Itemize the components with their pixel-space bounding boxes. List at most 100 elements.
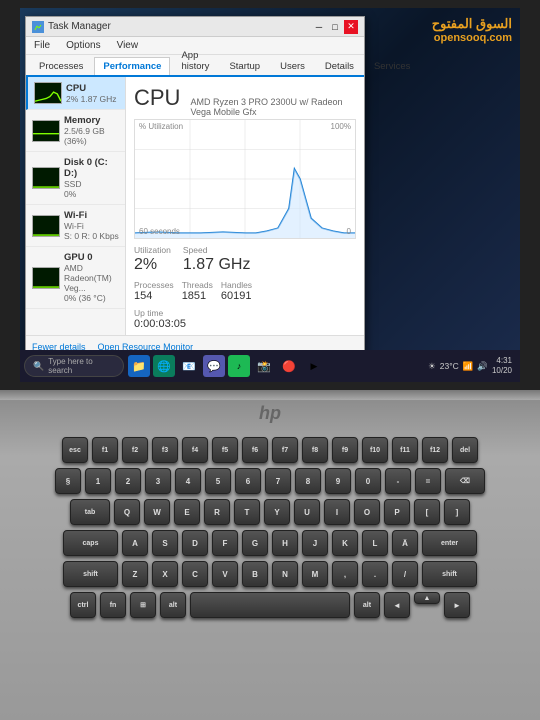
- key-f2[interactable]: f2: [122, 437, 148, 463]
- taskbar-app-mail[interactable]: 📧: [178, 355, 200, 377]
- key-arrow-up[interactable]: ▲: [414, 592, 440, 604]
- key-capslock[interactable]: caps: [63, 530, 118, 556]
- key-b[interactable]: B: [242, 561, 268, 587]
- sidebar-item-gpu[interactable]: GPU 0 AMD Radeon(TM) Veg... 0% (36 °C): [26, 247, 125, 309]
- key-backspace[interactable]: ⌫: [445, 468, 485, 494]
- key-f7[interactable]: f7: [272, 437, 298, 463]
- tab-details[interactable]: Details: [316, 57, 363, 75]
- tab-startup[interactable]: Startup: [220, 57, 269, 75]
- key-ctrl-left[interactable]: ctrl: [70, 592, 96, 618]
- key-t[interactable]: T: [234, 499, 260, 525]
- key-1[interactable]: 1: [85, 468, 111, 494]
- sidebar-item-memory[interactable]: Memory 2.5/6.9 GB (36%): [26, 110, 125, 152]
- key-9[interactable]: 9: [325, 468, 351, 494]
- key-m[interactable]: M: [302, 561, 328, 587]
- key-r[interactable]: R: [204, 499, 230, 525]
- menu-file[interactable]: File: [30, 38, 54, 53]
- key-esc[interactable]: esc: [62, 437, 88, 463]
- key-arrow-right[interactable]: ►: [444, 592, 470, 618]
- key-w[interactable]: W: [144, 499, 170, 525]
- close-button[interactable]: ✕: [344, 20, 358, 34]
- key-shift-left[interactable]: shift: [63, 561, 118, 587]
- key-7[interactable]: 7: [265, 468, 291, 494]
- key-s[interactable]: S: [152, 530, 178, 556]
- key-arrow-left[interactable]: ◄: [384, 592, 410, 618]
- key-0[interactable]: 0: [355, 468, 381, 494]
- key-comma[interactable]: ,: [332, 561, 358, 587]
- key-alt-left[interactable]: alt: [160, 592, 186, 618]
- taskbar-app-teams[interactable]: 💬: [203, 355, 225, 377]
- tab-services[interactable]: Services: [365, 57, 419, 75]
- key-x[interactable]: X: [152, 561, 178, 587]
- key-z[interactable]: Z: [122, 561, 148, 587]
- key-enter[interactable]: enter: [422, 530, 477, 556]
- sidebar-item-cpu[interactable]: CPU 2% 1.87 GHz: [26, 77, 125, 110]
- key-f[interactable]: F: [212, 530, 238, 556]
- tab-performance[interactable]: Performance: [94, 57, 170, 75]
- tab-users[interactable]: Users: [271, 57, 314, 75]
- key-a[interactable]: A: [122, 530, 148, 556]
- key-minus[interactable]: -: [385, 468, 411, 494]
- key-shift-right[interactable]: shift: [422, 561, 477, 587]
- key-bracket-open[interactable]: [: [414, 499, 440, 525]
- menu-view[interactable]: View: [113, 38, 143, 53]
- key-y[interactable]: Y: [264, 499, 290, 525]
- key-2[interactable]: 2: [115, 468, 141, 494]
- key-f10[interactable]: f10: [362, 437, 388, 463]
- key-f12[interactable]: f12: [422, 437, 448, 463]
- key-h[interactable]: H: [272, 530, 298, 556]
- key-alt-right[interactable]: alt: [354, 592, 380, 618]
- taskbar-app-photos[interactable]: 📸: [253, 355, 275, 377]
- key-f5[interactable]: f5: [212, 437, 238, 463]
- taskbar-app-youtube[interactable]: ▶: [303, 355, 325, 377]
- key-a-umlaut[interactable]: Ä: [392, 530, 418, 556]
- key-win[interactable]: ⊞: [130, 592, 156, 618]
- key-g[interactable]: G: [242, 530, 268, 556]
- key-equals[interactable]: =: [415, 468, 441, 494]
- key-p[interactable]: P: [384, 499, 410, 525]
- key-3[interactable]: 3: [145, 468, 171, 494]
- tab-processes[interactable]: Processes: [30, 57, 92, 75]
- key-e[interactable]: E: [174, 499, 200, 525]
- key-f6[interactable]: f6: [242, 437, 268, 463]
- key-f8[interactable]: f8: [302, 437, 328, 463]
- key-del[interactable]: del: [452, 437, 478, 463]
- key-i[interactable]: I: [324, 499, 350, 525]
- key-d[interactable]: D: [182, 530, 208, 556]
- key-6[interactable]: 6: [235, 468, 261, 494]
- menu-options[interactable]: Options: [62, 38, 104, 53]
- taskbar-app-edge[interactable]: 🌐: [153, 355, 175, 377]
- minimize-button[interactable]: ─: [312, 20, 326, 34]
- key-4[interactable]: 4: [175, 468, 201, 494]
- key-slash[interactable]: /: [392, 561, 418, 587]
- taskbar-app-explorer[interactable]: 📁: [128, 355, 150, 377]
- taskbar-app-chrome[interactable]: 🔴: [278, 355, 300, 377]
- sidebar-item-wifi[interactable]: Wi-Fi Wi-Fi S: 0 R: 0 Kbps: [26, 205, 125, 247]
- taskbar-search-box[interactable]: 🔍 Type here to search: [24, 355, 124, 377]
- key-l[interactable]: L: [362, 530, 388, 556]
- key-8[interactable]: 8: [295, 468, 321, 494]
- tab-app-history[interactable]: App history: [172, 46, 218, 75]
- key-f11[interactable]: f11: [392, 437, 418, 463]
- key-backtick[interactable]: §: [55, 468, 81, 494]
- key-f3[interactable]: f3: [152, 437, 178, 463]
- key-j[interactable]: J: [302, 530, 328, 556]
- key-v[interactable]: V: [212, 561, 238, 587]
- maximize-button[interactable]: □: [328, 20, 342, 34]
- key-f4[interactable]: f4: [182, 437, 208, 463]
- key-n[interactable]: N: [272, 561, 298, 587]
- key-space[interactable]: [190, 592, 350, 618]
- key-period[interactable]: .: [362, 561, 388, 587]
- key-fn[interactable]: fn: [100, 592, 126, 618]
- key-c[interactable]: C: [182, 561, 208, 587]
- taskbar-app-spotify[interactable]: ♪: [228, 355, 250, 377]
- key-o[interactable]: O: [354, 499, 380, 525]
- key-q[interactable]: Q: [114, 499, 140, 525]
- key-bracket-close[interactable]: ]: [444, 499, 470, 525]
- key-f9[interactable]: f9: [332, 437, 358, 463]
- key-5[interactable]: 5: [205, 468, 231, 494]
- sidebar-item-disk[interactable]: Disk 0 (C: D:) SSD 0%: [26, 152, 125, 205]
- key-tab[interactable]: tab: [70, 499, 110, 525]
- key-f1[interactable]: f1: [92, 437, 118, 463]
- key-k[interactable]: K: [332, 530, 358, 556]
